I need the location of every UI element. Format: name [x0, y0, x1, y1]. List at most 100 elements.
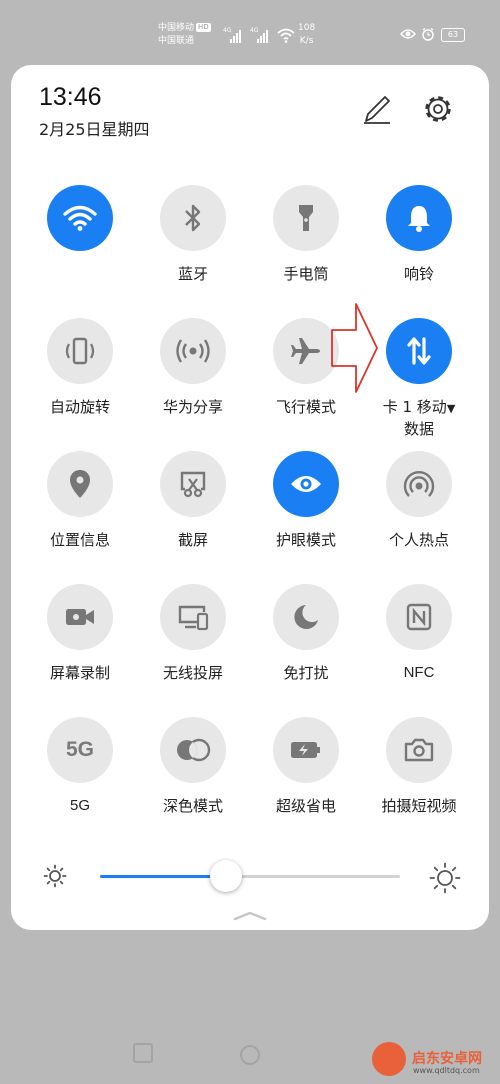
tile-wireless-projection[interactable]: 无线投屏 — [137, 584, 249, 683]
mobile-data-toggle[interactable] — [386, 318, 452, 384]
huawei-share-toggle[interactable] — [160, 318, 226, 384]
tile-label: 飞行模式 — [275, 398, 336, 416]
dropdown-arrow-icon[interactable]: ▼ — [447, 402, 455, 415]
tile-label: 位置信息 — [49, 531, 110, 549]
tile-label: 屏幕录制 — [49, 664, 110, 682]
tile-screenshot[interactable]: 截屏 — [137, 451, 249, 550]
svg-text:4G: 4G — [223, 27, 232, 34]
brightness-slider[interactable] — [100, 860, 400, 892]
mobile-data-label[interactable]: 卡 1 移动▼ — [363, 397, 475, 419]
tile-do-not-disturb[interactable]: 免打扰 — [250, 584, 362, 683]
brightness-low-icon — [43, 864, 67, 888]
auto-rotate-toggle[interactable] — [47, 318, 113, 384]
flashlight-toggle[interactable] — [273, 185, 339, 251]
clock-time: 13:46 — [39, 83, 102, 111]
carrier-info: 中国移动 HD 中国联通 — [158, 22, 211, 48]
tile-hotspot[interactable]: 个人热点 — [363, 451, 475, 550]
tile-flashlight[interactable]: 手电筒 — [250, 185, 362, 284]
tile-short-video[interactable]: 拍摄短视频 — [363, 717, 475, 816]
eye-comfort-toggle[interactable] — [273, 451, 339, 517]
bell-icon — [408, 206, 430, 232]
alarm-status-icon — [422, 27, 434, 41]
watermark-text: 启东安卓网 — [412, 1051, 482, 1067]
network-speed: 108 K/s — [298, 23, 316, 46]
moon-icon — [294, 605, 318, 629]
tile-label: 无线投屏 — [162, 664, 223, 682]
mobile-data-icon — [407, 337, 431, 365]
tile-label: 拍摄短视频 — [381, 797, 457, 815]
wifi-status-icon — [277, 28, 295, 43]
screen-record-toggle[interactable] — [47, 584, 113, 650]
hd-badge: HD — [196, 23, 211, 32]
tile-huawei-share[interactable]: 华为分享 — [137, 318, 249, 417]
edit-icon[interactable] — [361, 93, 393, 125]
wireless-projection-icon — [178, 605, 209, 631]
nfc-icon — [406, 603, 432, 631]
battery-saver-icon — [291, 742, 320, 758]
screenshot-icon — [180, 471, 206, 498]
wifi-icon — [63, 205, 97, 231]
tile-auto-rotate[interactable]: 自动旋转 — [24, 318, 136, 417]
huawei-share-icon — [176, 339, 210, 363]
eye-comfort-icon — [291, 476, 321, 492]
tile-label: 护眼模式 — [275, 531, 336, 549]
battery-saver-toggle[interactable] — [273, 717, 339, 783]
location-toggle[interactable] — [47, 451, 113, 517]
screenshot-toggle[interactable] — [160, 451, 226, 517]
tile-wifi[interactable] — [24, 185, 136, 264]
tile-label: 响铃 — [403, 265, 434, 283]
svg-text:4G: 4G — [250, 27, 259, 34]
auto-rotate-icon — [65, 337, 95, 365]
wireless-projection-toggle[interactable] — [160, 584, 226, 650]
tile-eye-comfort[interactable]: 护眼模式 — [250, 451, 362, 550]
screen-record-icon — [66, 609, 94, 625]
brightness-fill — [100, 875, 226, 878]
dark-mode-icon — [177, 738, 211, 762]
recent-apps-icon[interactable] — [130, 1040, 156, 1066]
bluetooth-toggle[interactable] — [160, 185, 226, 251]
tile-5g[interactable]: 5G 5G — [24, 717, 136, 816]
dark-mode-toggle[interactable] — [160, 717, 226, 783]
carrier2-name: 中国联通 — [158, 36, 195, 46]
wifi-toggle[interactable] — [47, 185, 113, 251]
5g-toggle[interactable]: 5G — [47, 717, 113, 783]
expand-handle-icon[interactable] — [233, 911, 267, 921]
tile-label: 自动旋转 — [49, 398, 110, 416]
tile-ring[interactable]: 响铃 — [363, 185, 475, 284]
location-icon — [70, 470, 90, 498]
camera-icon — [404, 738, 434, 762]
signal-strength-icon: 4G — [250, 27, 268, 43]
tile-bluetooth[interactable]: 蓝牙 — [137, 185, 249, 284]
gear-icon[interactable] — [421, 92, 455, 126]
date-text: 2月25日星期四 — [39, 120, 150, 139]
hotspot-icon — [403, 471, 435, 497]
nfc-toggle[interactable] — [386, 584, 452, 650]
5g-icon: 5G — [65, 738, 94, 761]
hotspot-toggle[interactable] — [386, 451, 452, 517]
tile-screen-record[interactable]: 屏幕录制 — [24, 584, 136, 683]
tile-label: 截屏 — [177, 531, 208, 549]
tile-battery-saver[interactable]: 超级省电 — [250, 717, 362, 816]
tile-label: 卡 1 移动 — [382, 398, 447, 416]
battery-icon: 63 — [441, 28, 465, 42]
eye-comfort-status-icon — [400, 29, 416, 39]
brightness-thumb[interactable] — [210, 860, 242, 892]
tile-nfc[interactable]: NFC — [363, 584, 475, 683]
tile-location[interactable]: 位置信息 — [24, 451, 136, 550]
watermark-logo — [372, 1042, 406, 1076]
home-icon[interactable] — [238, 1043, 262, 1067]
status-bar: 中国移动 HD 中国联通 4G 4G 108 K/s 63 — [0, 0, 500, 60]
tile-label: 免打扰 — [283, 664, 329, 682]
tile-label: 蓝牙 — [177, 265, 208, 283]
bluetooth-icon — [185, 204, 201, 232]
brightness-high-icon — [429, 862, 461, 894]
short-video-toggle[interactable] — [386, 717, 452, 783]
do-not-disturb-toggle[interactable] — [273, 584, 339, 650]
ring-toggle[interactable] — [386, 185, 452, 251]
tile-dark-mode[interactable]: 深色模式 — [137, 717, 249, 816]
signal-strength-icon: 4G — [223, 27, 241, 43]
annotation-arrow-icon — [331, 303, 378, 393]
watermark-url: www.qdltdq.com — [413, 1066, 480, 1075]
quick-settings-panel: 13:46 2月25日星期四 蓝牙 手电筒 响铃 自动旋转 华为分享 飞行模式 … — [11, 65, 489, 930]
airplane-icon — [291, 338, 320, 364]
